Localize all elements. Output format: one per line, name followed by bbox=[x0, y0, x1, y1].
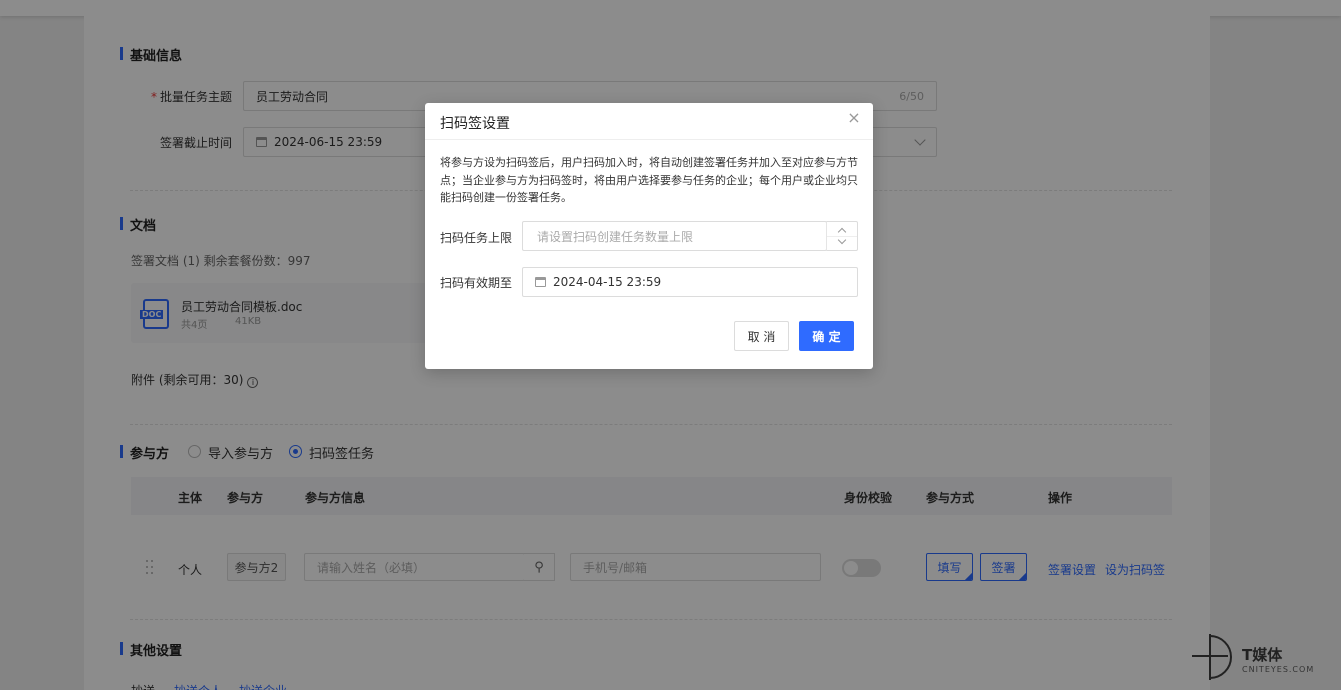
cancel-button[interactable]: 取 消 bbox=[734, 321, 789, 351]
watermark-t-icon bbox=[1192, 634, 1232, 680]
limit-input[interactable]: 请设置扫码创建任务数量上限 bbox=[522, 221, 827, 251]
close-icon[interactable]: × bbox=[847, 110, 861, 126]
modal-title: 扫码签设置 bbox=[440, 116, 510, 132]
expiry-label: 扫码有效期至 bbox=[440, 276, 513, 290]
watermark-sub: CNITEYES.COM bbox=[1242, 665, 1315, 674]
expiry-value: 2024-04-15 23:59 bbox=[553, 275, 662, 289]
watermark-logo: T媒体 CNITEYES.COM bbox=[1186, 630, 1336, 685]
scan-sign-modal: 扫码签设置 × 将参与方设为扫码签后，用户扫码加入时，将自动创建签署任务并加入至… bbox=[425, 103, 873, 369]
ok-button[interactable]: 确 定 bbox=[799, 321, 854, 351]
limit-placeholder: 请设置扫码创建任务数量上限 bbox=[537, 229, 694, 244]
expiry-picker[interactable]: 2024-04-15 23:59 bbox=[522, 267, 858, 297]
limit-label: 扫码任务上限 bbox=[440, 231, 513, 245]
calendar-icon bbox=[535, 277, 546, 287]
stepper-down-icon[interactable] bbox=[837, 235, 847, 245]
modal-description: 将参与方设为扫码签后，用户扫码加入时，将自动创建签署任务并加入至对应参与方节点；… bbox=[440, 156, 858, 204]
limit-stepper[interactable] bbox=[826, 221, 858, 251]
watermark-name: T媒体 bbox=[1242, 646, 1283, 664]
modal-header: 扫码签设置 × bbox=[425, 103, 873, 140]
